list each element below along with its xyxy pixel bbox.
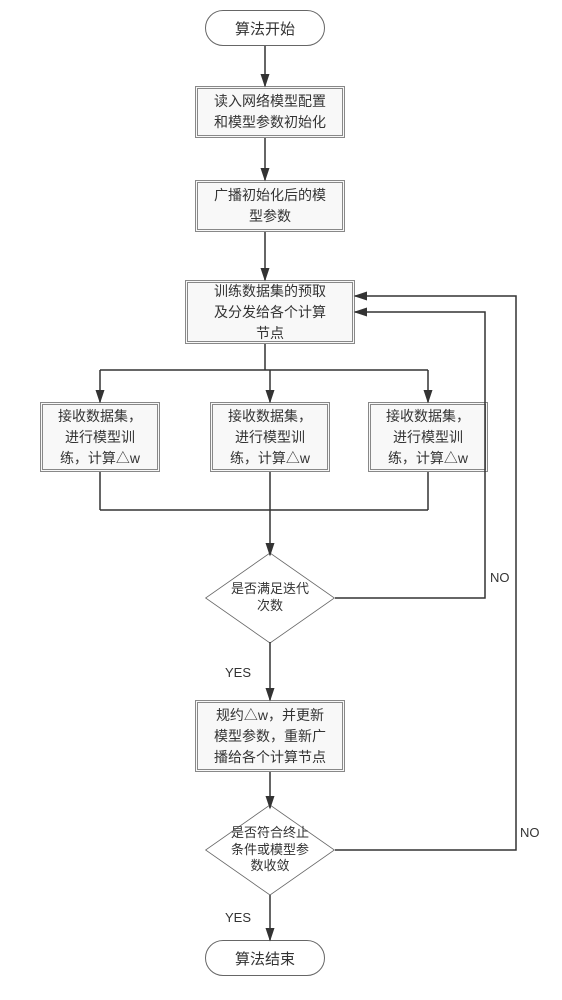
reduce-process: 规约△w，并更新模型参数，重新广播给各个计算节点 xyxy=(195,700,345,772)
reduce-label: 规约△w，并更新模型参数，重新广播给各个计算节点 xyxy=(214,705,326,768)
prefetch-label: 训练数据集的预取及分发给各个计算节点 xyxy=(214,281,326,344)
train1-label: 接收数据集，进行模型训练，计算△w xyxy=(58,406,142,469)
no-label-2: NO xyxy=(520,825,540,840)
yes-label-2: YES xyxy=(225,910,251,925)
stop-decision: 是否符合终止条件或模型参数收敛 xyxy=(205,800,335,900)
yes-label-1: YES xyxy=(225,665,251,680)
broadcast-label: 广播初始化后的模型参数 xyxy=(214,185,326,227)
broadcast-process: 广播初始化后的模型参数 xyxy=(195,180,345,232)
start-node: 算法开始 xyxy=(205,10,325,46)
train-process-3: 接收数据集，进行模型训练，计算△w xyxy=(368,402,488,472)
stop-decision-label: 是否符合终止条件或模型参数收敛 xyxy=(205,800,335,900)
train-process-1: 接收数据集，进行模型训练，计算△w xyxy=(40,402,160,472)
no-label-1: NO xyxy=(490,570,510,585)
train-process-2: 接收数据集，进行模型训练，计算△w xyxy=(210,402,330,472)
end-label: 算法结束 xyxy=(235,948,295,969)
iter-decision-label: 是否满足迭代次数 xyxy=(205,548,335,648)
end-node: 算法结束 xyxy=(205,940,325,976)
train2-label: 接收数据集，进行模型训练，计算△w xyxy=(228,406,312,469)
train3-label: 接收数据集，进行模型训练，计算△w xyxy=(386,406,470,469)
prefetch-process: 训练数据集的预取及分发给各个计算节点 xyxy=(185,280,355,344)
start-label: 算法开始 xyxy=(235,18,295,39)
init-label: 读入网络模型配置和模型参数初始化 xyxy=(214,91,326,133)
init-process: 读入网络模型配置和模型参数初始化 xyxy=(195,86,345,138)
iter-decision: 是否满足迭代次数 xyxy=(205,548,335,648)
